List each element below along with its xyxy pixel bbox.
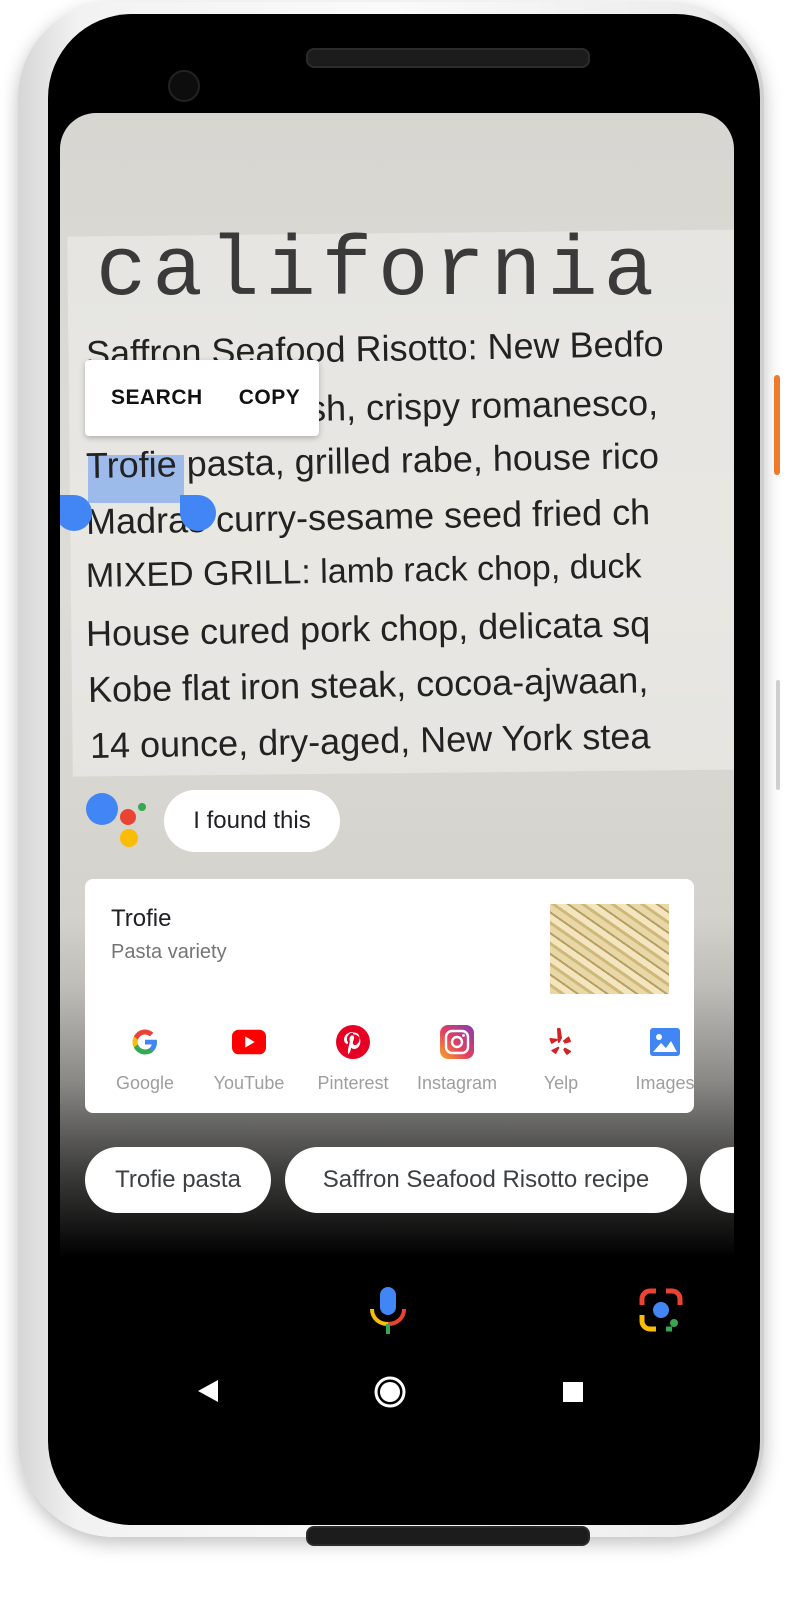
app-shortcut-yelp[interactable]: Yelp — [509, 1025, 613, 1094]
photo-headline: california — [96, 225, 661, 320]
card-title: Trofie — [111, 905, 172, 932]
app-shortcut-images[interactable]: Images — [613, 1025, 694, 1094]
app-label: Pinterest — [317, 1073, 389, 1093]
images-icon — [648, 1025, 682, 1059]
yelp-icon — [544, 1025, 578, 1059]
nav-home-icon[interactable] — [373, 1375, 407, 1414]
app-shortcut-instagram[interactable]: Instagram — [405, 1025, 509, 1094]
suggestion-chip[interactable]: Saffron Seafood Risotto recipe — [285, 1147, 687, 1213]
copy-button[interactable]: COPY — [229, 386, 327, 410]
assistant-logo-icon — [84, 789, 148, 849]
app-shortcuts-row: Google YouTube Pinterest Instagram Yelp … — [85, 1025, 694, 1095]
power-button — [774, 375, 780, 475]
app-label: Yelp — [543, 1073, 579, 1093]
trofie-thumbnail-image[interactable] — [550, 904, 669, 994]
search-button[interactable]: SEARCH — [85, 386, 229, 410]
google-icon — [128, 1025, 162, 1059]
front-camera — [168, 70, 200, 102]
app-label: Google — [115, 1073, 175, 1093]
youtube-icon — [232, 1025, 266, 1059]
volume-button — [776, 680, 780, 790]
microphone-icon[interactable] — [368, 1285, 408, 1337]
app-shortcut-youtube[interactable]: YouTube — [197, 1025, 301, 1094]
photo-text-line[interactable]: sh, crispy romanesco, — [308, 382, 659, 430]
bottom-speaker — [306, 1526, 590, 1546]
camera-photo: california Saffron Seafood Risotto: New … — [60, 113, 734, 1293]
card-subtitle: Pasta variety — [111, 941, 227, 963]
assistant-response-bubble: I found this — [164, 790, 340, 852]
instagram-icon — [440, 1025, 474, 1059]
top-speaker — [306, 48, 590, 68]
app-shortcut-google[interactable]: Google — [93, 1025, 197, 1094]
app-label: Images — [635, 1073, 694, 1093]
screen: california Saffron Seafood Risotto: New … — [60, 113, 734, 1461]
app-label: YouTube — [213, 1073, 285, 1093]
suggestion-chip[interactable]: Trofie pasta — [85, 1147, 271, 1213]
nav-back-icon[interactable] — [196, 1378, 220, 1409]
app-label: Instagram — [416, 1073, 498, 1093]
text-action-popup: SEARCH COPY — [85, 360, 319, 436]
app-shortcut-pinterest[interactable]: Pinterest — [301, 1025, 405, 1094]
google-lens-icon[interactable] — [638, 1287, 684, 1333]
nav-recents-icon[interactable] — [562, 1381, 584, 1408]
pinterest-icon — [336, 1025, 370, 1059]
result-card[interactable]: Trofie Pasta variety Google YouTube Pint… — [85, 879, 694, 1113]
selection-end-handle[interactable] — [180, 495, 216, 531]
